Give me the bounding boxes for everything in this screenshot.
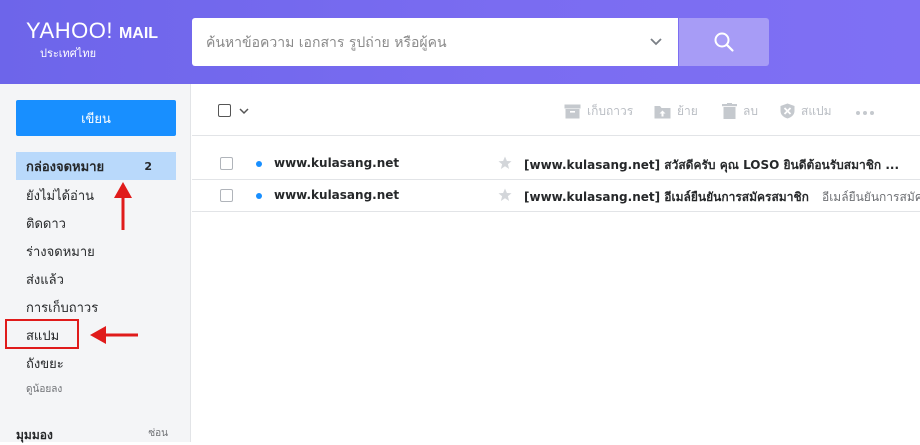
message-subject: [www.kulasang.net] อีเมล์ยืนยันการสมัครส…	[524, 190, 809, 204]
message-subject: [www.kulasang.net] สวัสดีครับ คุณ LOSO ย…	[524, 158, 900, 172]
select-all-checkbox[interactable]	[218, 104, 231, 117]
sidebar-item-archive[interactable]: การเก็บถาวร	[16, 293, 176, 321]
message-sender: www.kulasang.net	[274, 188, 400, 202]
sidebar-item-label: ร่างจดหมาย	[26, 244, 95, 260]
select-chevron-down-icon[interactable]	[239, 106, 249, 116]
message-toolbar: เก็บถาวร ย้าย ลบ สแปม	[192, 84, 920, 136]
unread-dot-icon	[256, 161, 262, 167]
sidebar-item-sent[interactable]: ส่งแล้ว	[16, 265, 176, 293]
star-icon[interactable]	[498, 188, 512, 202]
move-label: ย้าย	[677, 103, 698, 118]
annotation-highlight-box	[5, 319, 79, 349]
delete-label: ลบ	[743, 103, 758, 118]
more-dots-icon	[856, 111, 874, 115]
sidebar: เขียน กล่องจดหมาย 2 ยังไม่ได้อ่าน ติดดาว…	[0, 84, 191, 442]
search-input[interactable]	[204, 18, 638, 68]
sidebar-item-label: การเก็บถาวร	[26, 300, 99, 316]
unread-count-badge: 2	[144, 159, 152, 173]
spam-button[interactable]: สแปม	[780, 102, 832, 120]
annotation-arrow-up-icon	[114, 182, 132, 230]
message-checkbox[interactable]	[220, 189, 233, 202]
message-snippet: อีเมล์ยืนยันการสมัค	[822, 190, 920, 204]
message-checkbox[interactable]	[220, 157, 233, 170]
archive-icon	[564, 104, 581, 118]
move-button[interactable]: ย้าย	[654, 102, 698, 120]
message-row[interactable]: www.kulasang.net [www.kulasang.net] อีเม…	[192, 180, 920, 212]
header-bar: YAHOO! MAIL ประเทศไทย	[0, 0, 920, 84]
show-less-link[interactable]: ดูน้อยลง	[16, 375, 176, 403]
views-hide-link[interactable]: ซ่อน	[148, 426, 168, 441]
views-label: มุมมอง	[16, 428, 53, 442]
spam-label: สแปม	[801, 103, 832, 118]
search-icon	[714, 32, 734, 52]
sidebar-item-label: ดูน้อยลง	[26, 383, 63, 395]
compose-button[interactable]: เขียน	[16, 100, 176, 136]
views-section-header: มุมมอง ซ่อน	[16, 426, 176, 445]
sidebar-item-trash[interactable]: ถังขยะ	[16, 349, 176, 377]
message-row[interactable]: www.kulasang.net [www.kulasang.net] สวัส…	[192, 148, 920, 180]
sidebar-item-label: กล่องจดหมาย	[26, 159, 105, 175]
yahoo-mail-logo[interactable]: YAHOO! MAIL ประเทศไทย	[26, 18, 159, 60]
sidebar-item-label: ติดดาว	[26, 216, 66, 232]
logo-region: ประเทศไทย	[40, 47, 97, 60]
trash-icon	[722, 103, 737, 119]
sidebar-item-inbox[interactable]: กล่องจดหมาย 2	[16, 152, 176, 180]
sidebar-item-unread[interactable]: ยังไม่ได้อ่าน	[16, 181, 176, 209]
more-options-button[interactable]	[855, 104, 881, 122]
folder-move-icon	[654, 105, 671, 118]
shield-icon	[780, 103, 795, 119]
star-icon[interactable]	[498, 156, 512, 170]
annotation-arrow-left-icon	[90, 326, 138, 344]
delete-button[interactable]: ลบ	[722, 102, 758, 120]
sidebar-item-label: ส่งแล้ว	[26, 272, 64, 288]
chevron-down-icon[interactable]	[648, 33, 664, 49]
search-button[interactable]	[679, 18, 769, 66]
message-sender: www.kulasang.net	[274, 156, 400, 170]
logo-brand: YAHOO!	[26, 18, 113, 43]
sidebar-item-starred[interactable]: ติดดาว	[16, 209, 176, 237]
sidebar-item-label: ถังขยะ	[26, 356, 64, 372]
search-box	[192, 18, 678, 68]
sidebar-item-label: ยังไม่ได้อ่าน	[26, 188, 95, 204]
sidebar-item-drafts[interactable]: ร่างจดหมาย	[16, 237, 176, 265]
archive-button[interactable]: เก็บถาวร	[564, 102, 633, 120]
logo-product: MAIL	[118, 25, 159, 42]
archive-label: เก็บถาวร	[587, 103, 634, 118]
unread-dot-icon	[256, 193, 262, 199]
